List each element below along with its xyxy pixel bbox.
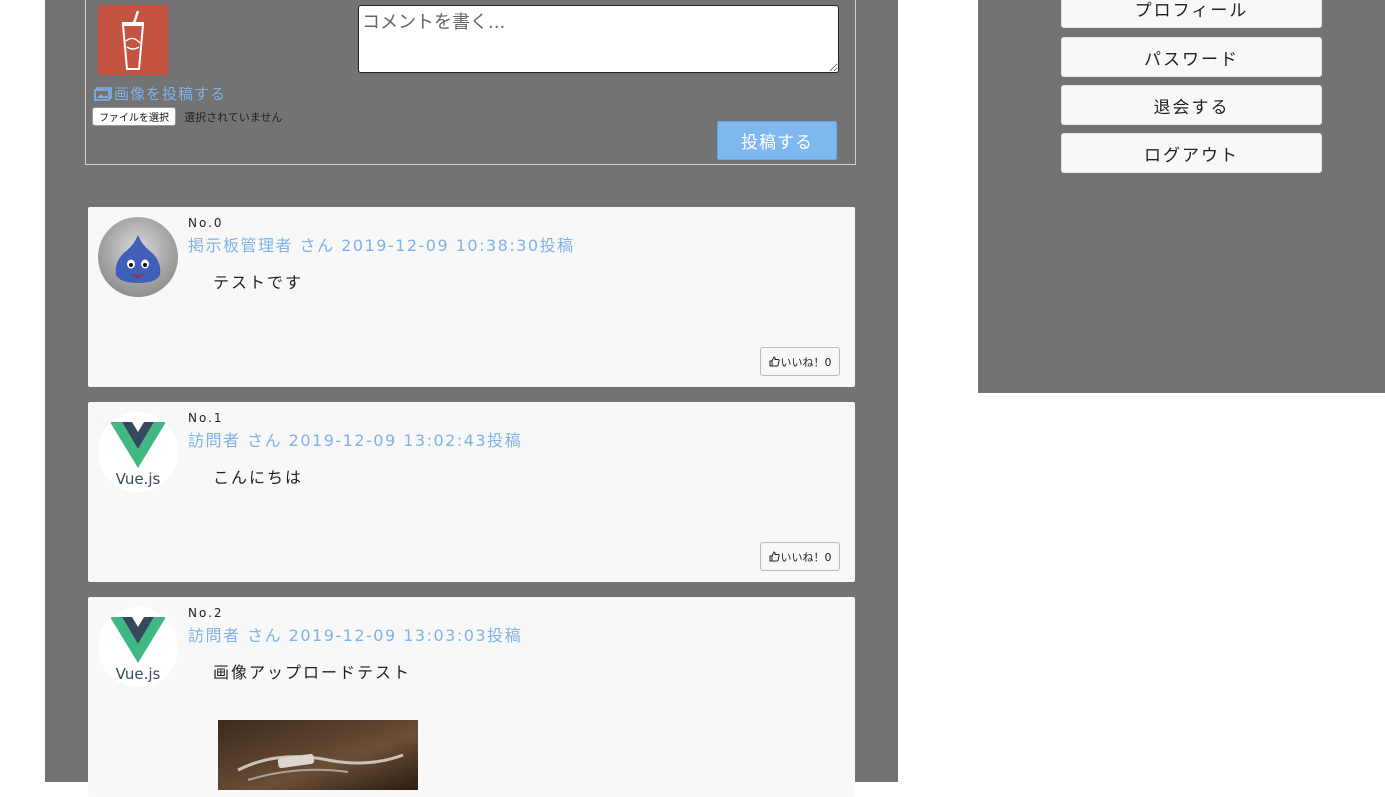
sidebar-item-logout[interactable]: ログアウト — [1061, 133, 1322, 173]
post-author-meta[interactable]: 訪問者 さん 2019-12-09 13:03:03投稿 — [188, 622, 522, 646]
post-card: Vue.js No.1 訪問者 さん 2019-12-09 13:02:43投稿… — [88, 402, 855, 582]
slime-avatar-icon — [98, 217, 178, 297]
post-author-meta[interactable]: 訪問者 さん 2019-12-09 13:02:43投稿 — [188, 427, 522, 451]
like-label: いいね！0 — [780, 550, 832, 564]
drink-cup-icon — [98, 5, 168, 75]
post-avatar — [98, 217, 178, 297]
post-body: こんにちは — [213, 468, 304, 487]
comment-input[interactable] — [358, 5, 839, 73]
submit-post-button[interactable]: 投稿する — [717, 121, 837, 160]
sidebar-item-withdraw[interactable]: 退会する — [1061, 85, 1322, 125]
post-number: No.1 — [188, 411, 224, 425]
vuejs-logo-text: Vue.js — [116, 665, 161, 683]
choose-file-button[interactable]: ファイルを選択 — [92, 107, 176, 126]
file-picker: ファイルを選択 選択されていません — [92, 106, 282, 126]
post-avatar: Vue.js — [98, 607, 178, 687]
user-avatar — [98, 5, 168, 75]
images-icon — [94, 87, 112, 101]
upload-image-label: 画像を投稿する — [114, 85, 227, 103]
post-form: 画像を投稿する ファイルを選択 選択されていません 投稿する — [85, 0, 856, 165]
post-body: 画像アップロードテスト — [213, 663, 412, 682]
post-author-meta[interactable]: 掲示板管理者 さん 2019-12-09 10:38:30投稿 — [188, 232, 575, 256]
sidebar-item-profile[interactable]: プロフィール — [1061, 0, 1322, 28]
vuejs-logo-text: Vue.js — [116, 470, 161, 488]
post-card: No.0 掲示板管理者 さん 2019-12-09 10:38:30投稿 テスト… — [88, 207, 855, 387]
post-number: No.2 — [188, 606, 224, 620]
post-body: テストです — [213, 273, 304, 292]
file-status: 選択されていません — [184, 111, 283, 124]
like-button[interactable]: いいね！0 — [760, 542, 840, 571]
sidebar: プロフィール パスワード 退会する ログアウト — [978, 0, 1385, 393]
thumbs-up-icon — [769, 355, 780, 366]
vuejs-logo-icon: Vue.js — [98, 412, 178, 492]
bracelet-photo — [218, 720, 418, 790]
main-column: 画像を投稿する ファイルを選択 選択されていません 投稿する — [45, 0, 898, 797]
post-image[interactable] — [218, 720, 418, 790]
post-number: No.0 — [188, 216, 224, 230]
sidebar-item-password[interactable]: パスワード — [1061, 37, 1322, 77]
post-card: Vue.js No.2 訪問者 さん 2019-12-09 13:03:03投稿… — [88, 597, 855, 797]
vuejs-logo-icon: Vue.js — [98, 607, 178, 687]
like-button[interactable]: いいね！0 — [760, 347, 840, 376]
thumbs-up-icon — [769, 550, 780, 561]
post-avatar: Vue.js — [98, 412, 178, 492]
upload-image-link[interactable]: 画像を投稿する — [94, 83, 226, 104]
like-label: いいね！0 — [780, 355, 832, 369]
